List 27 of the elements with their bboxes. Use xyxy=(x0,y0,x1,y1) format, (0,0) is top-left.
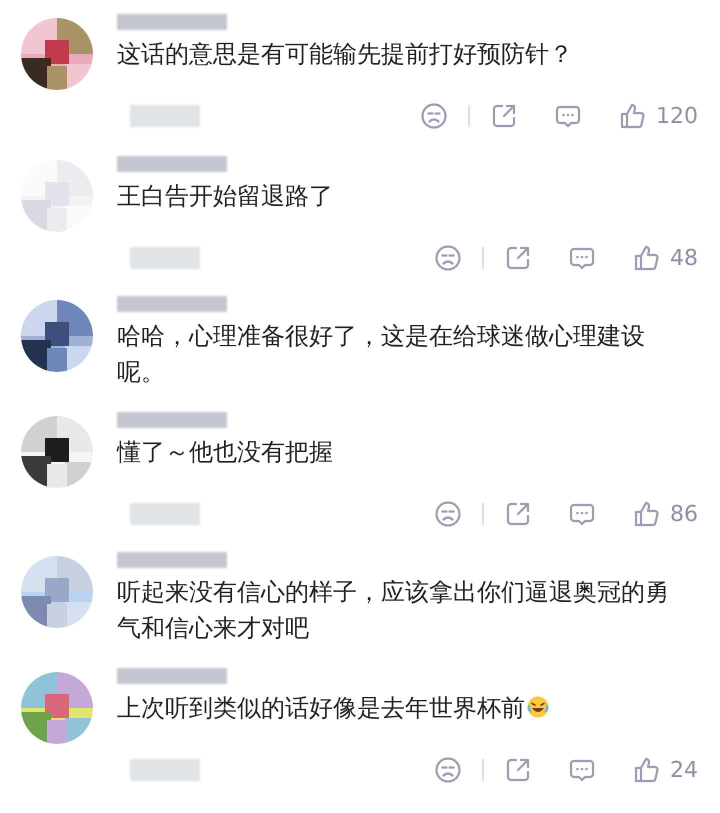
dislike-face-icon[interactable] xyxy=(434,500,462,528)
comment-text: 哈哈，心理准备很好了，这是在给球迷做心理建设呢。 xyxy=(117,321,646,388)
share-icon[interactable] xyxy=(504,500,532,528)
dislike-face-icon[interactable] xyxy=(434,756,462,784)
thumbs-up-icon xyxy=(632,244,660,272)
thumbs-up-icon xyxy=(618,102,646,130)
blurred-info xyxy=(130,503,200,525)
share-icon[interactable] xyxy=(504,756,532,784)
comment-text: 这话的意思是有可能输先提前打好预防针？ xyxy=(117,39,574,70)
laughing-face-icon xyxy=(526,695,550,719)
comment-text: 懂了～他也没有把握 xyxy=(117,437,334,468)
comment-text: 上次听到类似的话好像是去年世界杯前 xyxy=(117,690,720,726)
dislike-face-icon[interactable] xyxy=(420,102,448,130)
comment-text: 听起来没有信心的样子，应该拿出你们逼退奥冠的勇气和信心来才对吧 xyxy=(117,577,670,644)
blurred-info xyxy=(130,247,200,269)
like-button[interactable]: 120 xyxy=(618,100,698,132)
blurred-info xyxy=(130,105,200,127)
like-button[interactable]: 86 xyxy=(632,498,698,530)
dislike-face-icon[interactable] xyxy=(434,244,462,272)
thumbs-up-icon xyxy=(632,500,660,528)
share-icon[interactable] xyxy=(504,244,532,272)
comment-text: 王白告开始留退路了 xyxy=(117,181,334,212)
blurred-info xyxy=(130,759,200,781)
thumbs-up-icon xyxy=(632,756,660,784)
like-button[interactable]: 24 xyxy=(632,754,698,786)
share-icon[interactable] xyxy=(490,102,518,130)
like-button[interactable]: 48 xyxy=(632,242,698,274)
